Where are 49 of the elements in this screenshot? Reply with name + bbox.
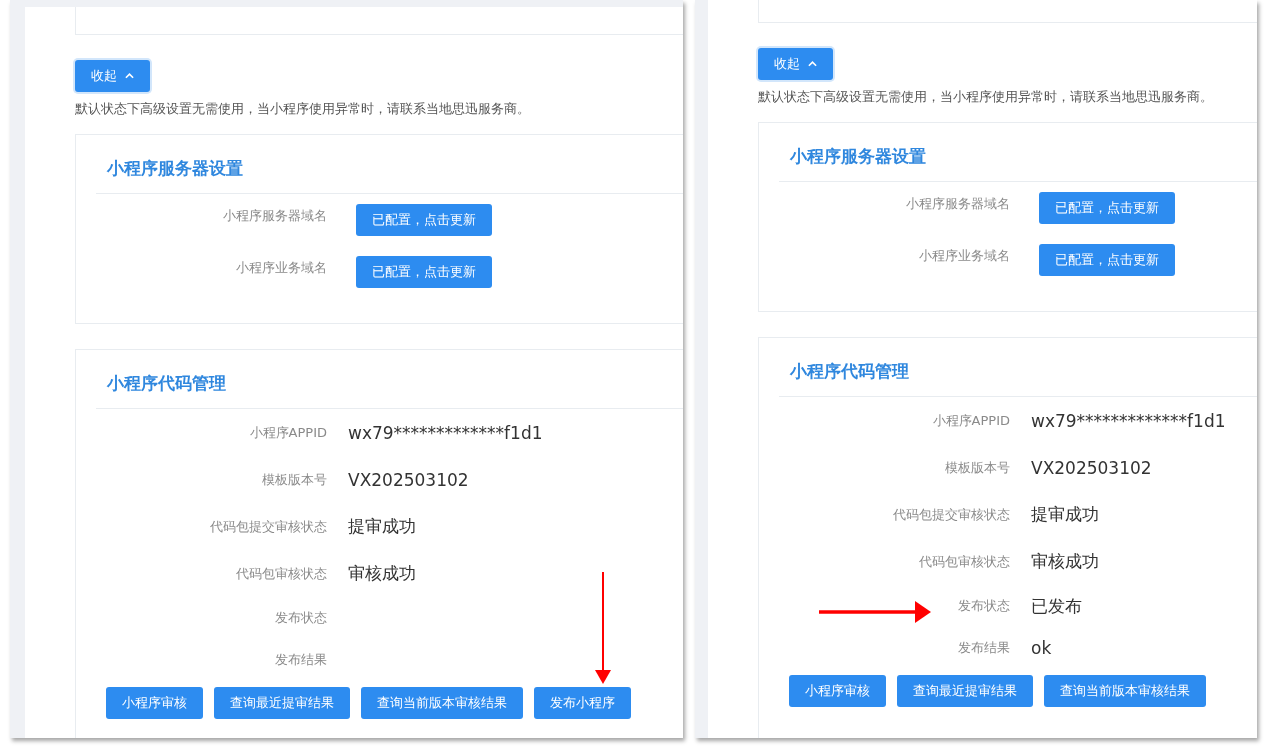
collapse-button[interactable]: 收起 <box>758 48 833 80</box>
hint-text: 默认状态下高级设置无需使用，当小程序使用异常时，请联系当地思迅服务商。 <box>758 89 1214 106</box>
field-label: 代码包提交审核状态 <box>893 505 1010 524</box>
section-title: 小程序代码管理 <box>107 372 227 395</box>
arrow-icon <box>595 572 611 684</box>
field-value: 提审成功 <box>348 515 416 538</box>
field-value: 审核成功 <box>1031 550 1099 573</box>
caret-icon <box>125 73 134 79</box>
field-label: 模板版本号 <box>945 458 1010 477</box>
action-button[interactable]: 小程序审核 <box>106 687 203 719</box>
caret-icon <box>808 61 817 67</box>
field-value: VX202503102 <box>348 469 469 490</box>
field-value: wx79*************f1d1 <box>348 422 543 443</box>
action-button[interactable]: 查询当前版本审核结果 <box>361 687 523 719</box>
field-label: 模板版本号 <box>262 470 327 489</box>
collapse-button[interactable]: 收起 <box>75 60 150 92</box>
update-button[interactable]: 已配置，点击更新 <box>356 204 492 236</box>
action-button[interactable]: 查询最近提审结果 <box>897 675 1033 707</box>
hint-text: 默认状态下高级设置无需使用，当小程序使用异常时，请联系当地思迅服务商。 <box>75 101 531 118</box>
field-label: 小程序APPID <box>249 423 327 442</box>
update-button[interactable]: 已配置，点击更新 <box>356 256 492 288</box>
field-label: 代码包提交审核状态 <box>210 517 327 536</box>
update-button[interactable]: 已配置，点击更新 <box>1039 244 1175 276</box>
section-title: 小程序服务器设置 <box>790 145 927 168</box>
section-title: 小程序服务器设置 <box>107 157 244 180</box>
field-label: 发布状态 <box>275 609 327 627</box>
action-button[interactable]: 查询当前版本审核结果 <box>1044 675 1206 707</box>
section-title: 小程序代码管理 <box>790 360 910 383</box>
field-value: 已发布 <box>1031 594 1082 618</box>
action-button[interactable]: 发布小程序 <box>534 687 631 719</box>
field-value: 提审成功 <box>1031 503 1099 526</box>
field-label: 小程序服务器域名 <box>906 195 1010 213</box>
field-label: 小程序APPID <box>932 411 1010 430</box>
field-label: 小程序业务域名 <box>919 247 1010 265</box>
action-button[interactable]: 查询最近提审结果 <box>214 687 350 719</box>
field-label: 发布状态 <box>958 597 1010 615</box>
arrow-icon <box>819 601 931 623</box>
field-label: 发布结果 <box>958 639 1010 657</box>
update-button[interactable]: 已配置，点击更新 <box>1039 192 1175 224</box>
field-label: 发布结果 <box>275 651 327 669</box>
field-value: 审核成功 <box>348 562 416 585</box>
action-button[interactable]: 小程序审核 <box>789 675 886 707</box>
field-label: 代码包审核状态 <box>919 552 1010 571</box>
field-value: VX202503102 <box>1031 457 1152 478</box>
field-label: 代码包审核状态 <box>236 564 327 583</box>
field-label: 小程序服务器域名 <box>223 207 327 225</box>
field-value: ok <box>1031 638 1052 658</box>
field-label: 小程序业务域名 <box>236 259 327 277</box>
field-value: wx79*************f1d1 <box>1031 410 1226 431</box>
